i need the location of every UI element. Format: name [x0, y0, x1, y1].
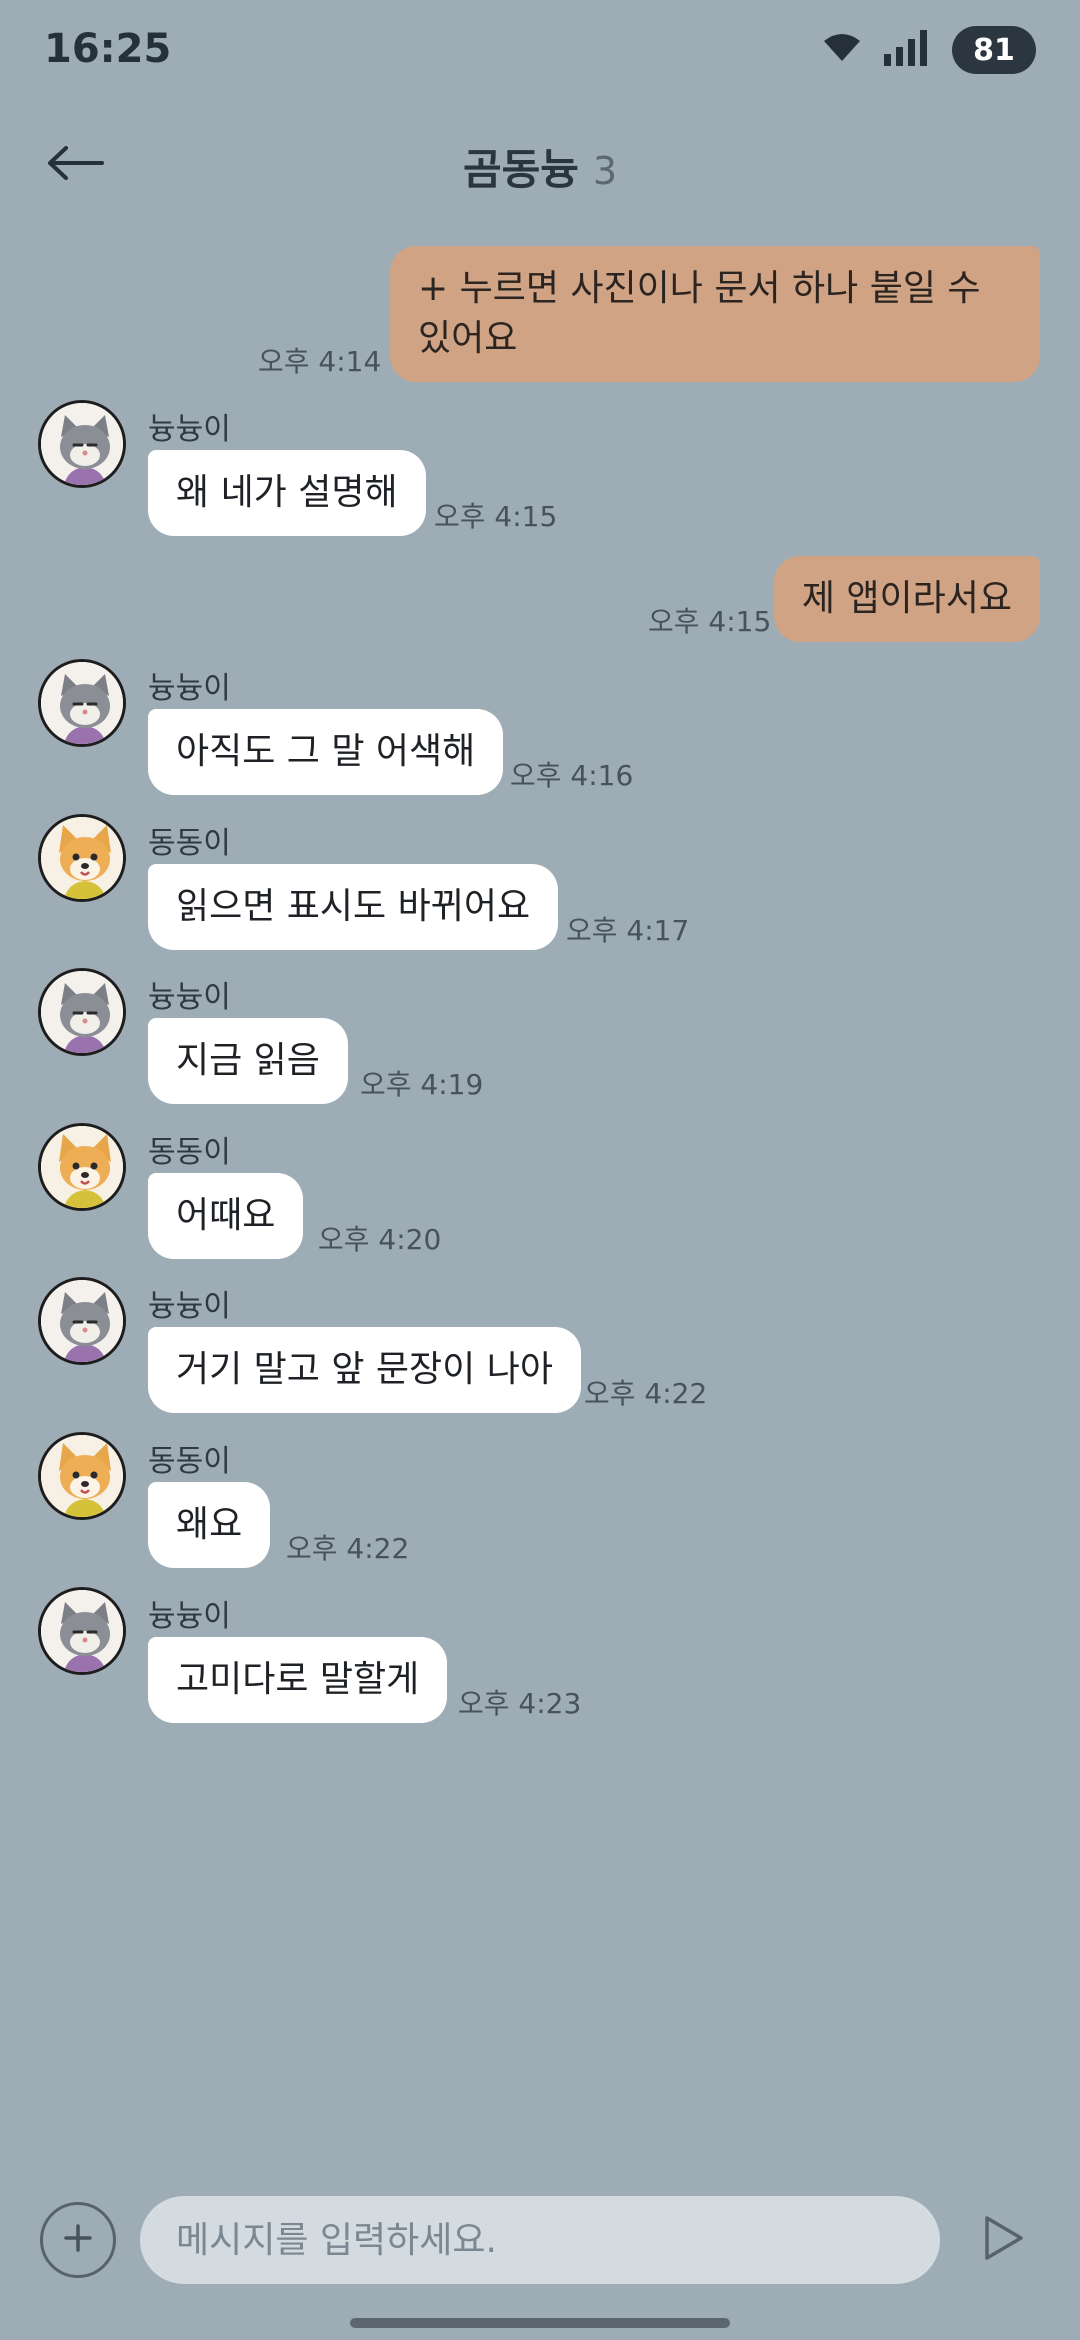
incoming-bubble[interactable]: 왜요: [148, 1482, 271, 1568]
message-time: 오후 4:15: [434, 500, 558, 533]
sender-name: 동동이: [148, 1444, 231, 1479]
send-button[interactable]: [976, 2212, 1032, 2268]
dog-avatar-icon: [41, 1435, 123, 1517]
cat-avatar-icon: [41, 662, 123, 744]
dog-avatar-icon: [41, 817, 123, 899]
send-icon: [983, 2215, 1025, 2265]
message-time: 오후 4:22: [584, 1377, 708, 1410]
avatar-cat[interactable]: [38, 1587, 126, 1675]
outgoing-bubble[interactable]: + 누르면 사진이나 문서 하나 붙일 수 있어요: [390, 246, 1040, 382]
home-indicator: [350, 2318, 730, 2328]
cat-avatar-icon: [41, 403, 123, 485]
dog-avatar-icon: [41, 1126, 123, 1208]
message-time: 오후 4:17: [566, 914, 690, 947]
sender-name: 늉늉이: [148, 412, 231, 447]
message-time: 오후 4:23: [458, 1687, 582, 1720]
cat-avatar-icon: [41, 971, 123, 1053]
incoming-bubble[interactable]: 어때요: [148, 1173, 304, 1259]
message-time: 오후 4:20: [318, 1223, 442, 1256]
attach-button[interactable]: [40, 2202, 116, 2278]
chat-message-list: 오후 4:14 + 누르면 사진이나 문서 하나 붙일 수 있어요 늉늉이 왜 …: [0, 0, 1080, 2180]
sender-name: 늉늉이: [148, 671, 231, 706]
message-time: 오후 4:15: [648, 605, 772, 638]
sender-name: 동동이: [148, 826, 231, 861]
message-input[interactable]: [140, 2196, 940, 2284]
cat-avatar-icon: [41, 1590, 123, 1672]
incoming-bubble[interactable]: 읽으면 표시도 바뀌어요: [148, 864, 559, 950]
incoming-bubble[interactable]: 아직도 그 말 어색해: [148, 709, 504, 795]
sender-name: 늉늉이: [148, 1289, 231, 1324]
message-time: 오후 4:22: [286, 1532, 410, 1565]
sender-name: 동동이: [148, 1135, 231, 1170]
outgoing-bubble[interactable]: 제 앱이라서요: [773, 556, 1040, 642]
incoming-bubble[interactable]: 왜 네가 설명해: [148, 450, 426, 536]
plus-icon: [63, 2223, 93, 2257]
sender-name: 늉늉이: [148, 980, 231, 1015]
message-input-bar: [0, 2190, 1080, 2290]
incoming-bubble[interactable]: 지금 읽음: [148, 1018, 348, 1104]
avatar-dog[interactable]: [38, 1123, 126, 1211]
avatar-cat[interactable]: [38, 968, 126, 1056]
avatar-cat[interactable]: [38, 659, 126, 747]
avatar-cat[interactable]: [38, 400, 126, 488]
message-time: 오후 4:19: [360, 1068, 484, 1101]
avatar-dog[interactable]: [38, 814, 126, 902]
sender-name: 늉늉이: [148, 1599, 231, 1634]
cat-avatar-icon: [41, 1280, 123, 1362]
avatar-dog[interactable]: [38, 1432, 126, 1520]
incoming-bubble[interactable]: 고미다로 말할게: [148, 1637, 448, 1723]
message-time: 오후 4:16: [510, 759, 634, 792]
avatar-cat[interactable]: [38, 1277, 126, 1365]
message-time: 오후 4:14: [258, 345, 382, 378]
incoming-bubble[interactable]: 거기 말고 앞 문장이 나아: [148, 1327, 581, 1413]
